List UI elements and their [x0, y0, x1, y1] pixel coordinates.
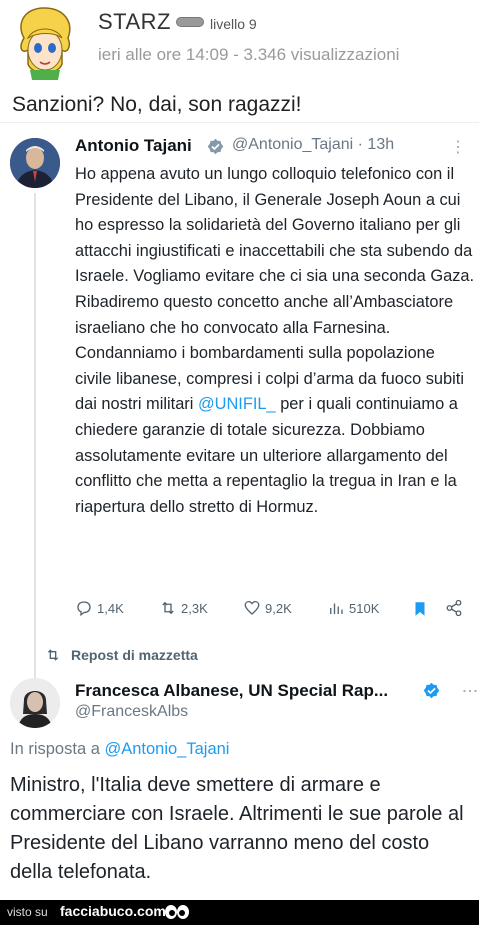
user-avatar[interactable] — [10, 4, 80, 82]
reply-icon — [77, 601, 91, 617]
bookmark-icon — [415, 602, 425, 616]
share-icon — [446, 599, 462, 617]
user-level: livello 9 — [210, 16, 257, 32]
post-caption: Sanzioni? No, dai, son ragazzi! — [12, 93, 302, 116]
tweet-text-2: per i quali continuiamo a chiedere garan… — [75, 395, 458, 516]
like-count: 9,2K — [265, 600, 292, 616]
tweet-actions: 1,4K 2,3K 9,2K 510K — [75, 599, 475, 623]
tweet-body: Ho appena avuto un lungo colloquio telef… — [75, 162, 475, 520]
verified-blue-icon — [423, 682, 440, 699]
tweet-author-handle: @Antonio_Tajani · 13h — [232, 136, 395, 153]
tajani-avatar — [10, 138, 60, 188]
reply-to-line: In risposta a @Antonio_Tajani — [10, 740, 229, 759]
reply-more-icon: ⋮ — [461, 683, 478, 699]
tweet-screenshot: Antonio Tajani @Antonio_Tajani · 13h ⋮ H… — [0, 122, 479, 900]
reply-author-name: Francesca Albanese, UN Special Rap... — [75, 681, 389, 700]
tweet-more-icon: ⋮ — [450, 139, 466, 156]
username[interactable]: STARZ — [98, 9, 171, 35]
like-action: 9,2K — [243, 599, 292, 617]
albanese-avatar — [10, 678, 60, 728]
tweet-author-name: Antonio Tajani — [75, 136, 192, 155]
post-header: STARZ livello 9 ieri alle ore 14:09 - 3.… — [0, 0, 479, 88]
footer-site-link[interactable]: facciabuco.com — [60, 903, 166, 919]
reply-author-handle: @FranceskAlbs — [75, 703, 189, 720]
repost-label: Repost di mazzetta — [71, 647, 198, 663]
views-chart-icon — [330, 603, 343, 614]
views-action: 510K — [327, 599, 379, 617]
repost-label-row: Repost di mazzetta — [45, 647, 198, 663]
tweet-text-1: Ho appena avuto un lungo colloquio telef… — [75, 165, 475, 414]
tweet-mention: @UNIFIL_ — [197, 395, 276, 414]
eyes-logo-icon — [165, 905, 189, 919]
post-meta: ieri alle ore 14:09 - 3.346 visualizzazi… — [98, 45, 400, 64]
repost-action: 2,3K — [159, 599, 208, 617]
repost-small-icon — [47, 649, 59, 661]
verified-gray-icon — [207, 138, 224, 155]
reply-count: 1,4K — [97, 600, 124, 616]
footer-visto: visto su — [7, 905, 48, 919]
site-footer: visto su facciabuco.com — [0, 900, 479, 925]
reply-to-mention: @Antonio_Tajani — [104, 740, 230, 758]
reply-to-prefix: In risposta a — [10, 740, 105, 758]
level-badge-icon — [176, 17, 204, 27]
heart-icon — [244, 600, 260, 615]
repost-count: 2,3K — [181, 600, 208, 616]
reply-body: Ministro, l'Italia deve smettere di arma… — [10, 774, 464, 883]
repost-icon — [162, 601, 174, 615]
thread-line — [34, 193, 36, 723]
reply-action: 1,4K — [75, 599, 124, 617]
views-count: 510K — [349, 600, 380, 616]
